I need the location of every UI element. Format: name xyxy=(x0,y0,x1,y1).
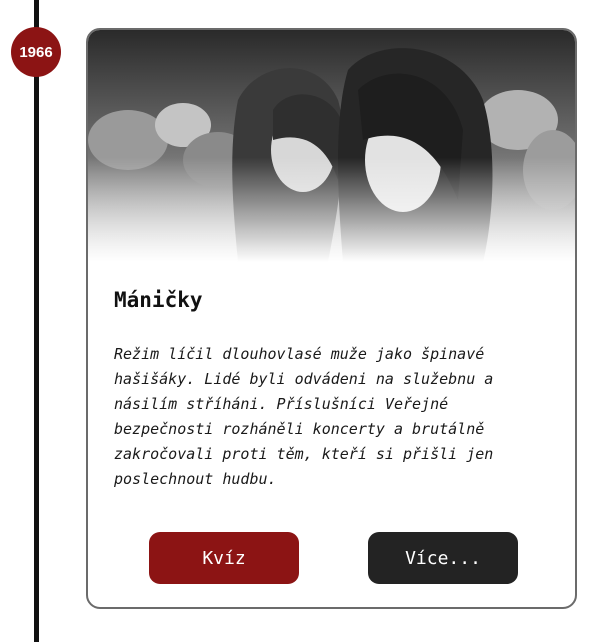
quiz-button[interactable]: Kvíz xyxy=(149,532,299,584)
card-description: Režim líčil dlouhovlasé muže jako špinav… xyxy=(114,345,494,488)
timeline-line xyxy=(34,0,39,642)
photo-illustration xyxy=(88,30,575,262)
more-button[interactable]: Více... xyxy=(368,532,518,584)
year-badge: 1966 xyxy=(11,27,61,77)
event-photo xyxy=(88,30,575,262)
timeline-stage: 1966 Máničky Režim líčil dlouhovlasé muž… xyxy=(0,0,593,642)
event-card: Máničky Režim líčil dlouhovlasé muže jak… xyxy=(86,28,577,609)
card-title: Máničky xyxy=(114,288,203,312)
